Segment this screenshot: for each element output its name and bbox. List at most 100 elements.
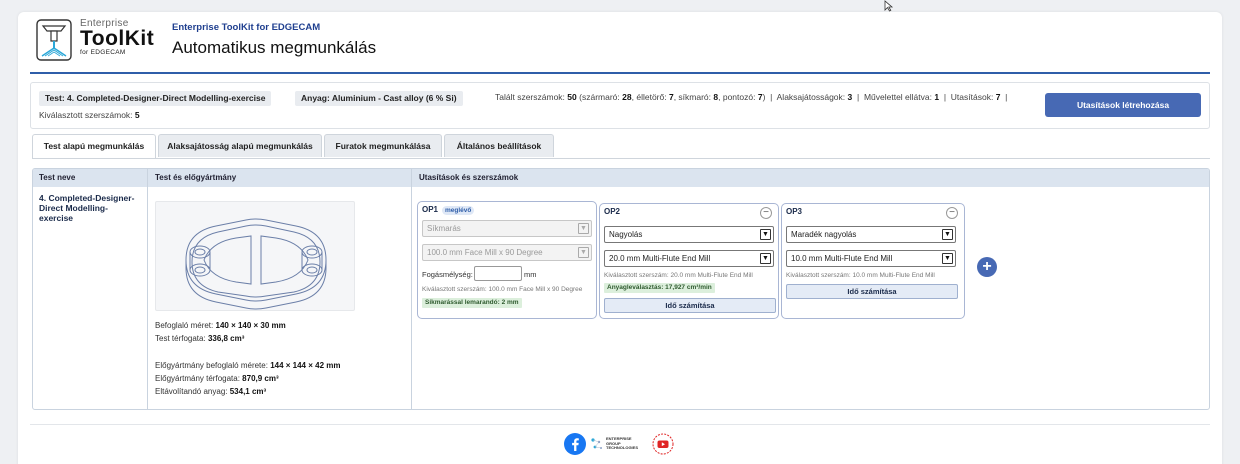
- tab-feature-machining[interactable]: Alaksajátosság alapú megmunkálás: [158, 134, 322, 157]
- instructions-label: Utasítások:: [950, 92, 994, 102]
- face-removal-info: Síkmarással lemarandó: 2 mm: [422, 298, 522, 308]
- volume-value: 336,8 cm³: [207, 334, 245, 343]
- tool-select[interactable]: 20.0 mm Multi-Flute End Mill ▼: [604, 250, 774, 267]
- main-card: Enterprise ToolKit for EDGECAM Enterpris…: [18, 12, 1222, 464]
- face-label: , síkmaró:: [673, 92, 712, 102]
- table-header: Test neve Test és előgyártmány Utasításo…: [33, 169, 1209, 187]
- stock-volume-stat: Előgyártmány térfogata: 870,9 cm³: [155, 374, 279, 383]
- part-preview: [155, 201, 355, 311]
- facebook-icon[interactable]: [564, 433, 586, 455]
- tabs-divider: [32, 158, 1210, 159]
- shank-label: szármaró:: [581, 92, 620, 102]
- column-divider: [411, 169, 412, 409]
- logo-sub-text: for EDGECAM: [80, 49, 126, 56]
- header-divider: [30, 72, 1210, 74]
- instructions-value: 7: [995, 92, 1001, 102]
- op-title: OP2: [604, 207, 621, 216]
- bbox-stat: Befoglaló méret: 140 × 140 × 30 mm: [155, 321, 286, 330]
- selected-tools-value: 5: [134, 110, 140, 120]
- column-header-instructions: Utasítások és szerszámok: [419, 173, 519, 182]
- logo-big-text: ToolKit: [80, 27, 155, 50]
- dropdown-arrow-icon: ▼: [942, 229, 953, 240]
- depth-input[interactable]: [474, 266, 522, 281]
- stock-bbox-value: 144 × 144 × 42 mm: [270, 361, 341, 370]
- removed-material-label: Eltávolítandó anyag:: [155, 387, 228, 396]
- shank-value: 28: [622, 92, 632, 102]
- volume-label: Test térfogata:: [155, 334, 206, 343]
- tool-select-value: 10.0 mm Multi-Flute End Mill: [791, 254, 893, 263]
- found-tools-label: Talált szerszámok:: [495, 92, 565, 102]
- dropdown-arrow-icon: ▼: [760, 229, 771, 240]
- column-divider: [147, 169, 148, 409]
- separator: |: [770, 92, 773, 102]
- tab-body-machining[interactable]: Test alapú megmunkálás: [32, 134, 156, 159]
- group-logo-line3: TECHNOLOGIES: [606, 445, 639, 450]
- add-op-button[interactable]: +: [977, 257, 997, 277]
- op-card-op2: OP2 − Nagyolás ▼ 20.0 mm Multi-Flute End…: [599, 203, 779, 319]
- separator: |: [857, 92, 860, 102]
- separator: |: [943, 92, 947, 102]
- body-name-cell: 4. Completed-Designer-Direct Modelling-e…: [39, 193, 135, 223]
- material-removal-info: Anyagleválasztás: 17,927 cm³/min: [604, 283, 715, 293]
- test-pill: Test: 4. Completed-Designer-Direct Model…: [39, 91, 272, 106]
- toolkit-logo-icon: [36, 19, 72, 61]
- corner-label: , élletörő:: [631, 92, 667, 102]
- spot-label: , pontozó:: [718, 92, 756, 102]
- tool-select-value: 100.0 mm Face Mill x 90 Degree: [427, 248, 543, 257]
- ops-assigned-label: Művelettel ellátva:: [863, 92, 932, 102]
- tab-hole-machining[interactable]: Furatok megmunkálása: [324, 134, 442, 157]
- summary-bar: Test: 4. Completed-Designer-Direct Model…: [30, 82, 1210, 129]
- remove-op-button[interactable]: −: [760, 207, 772, 219]
- column-header-body: Test és előgyártmány: [155, 173, 237, 182]
- bbox-label: Befoglaló méret:: [155, 321, 214, 330]
- machining-table: Test neve Test és előgyártmány Utasításo…: [32, 168, 1210, 410]
- selected-tool-text: Kiválasztott szerszám: 10.0 mm Multi-Flu…: [786, 272, 935, 279]
- dropdown-arrow-icon: ▼: [942, 253, 953, 264]
- footer-links: ENTERPRISE GROUP TECHNOLOGIES: [564, 432, 684, 458]
- part-model-image: [185, 218, 327, 310]
- enterprise-group-text: ENTERPRISE GROUP TECHNOLOGIES: [606, 436, 639, 451]
- toolkit-logo-text: Enterprise ToolKit for EDGECAM: [80, 18, 154, 57]
- tool-select-value: 20.0 mm Multi-Flute End Mill: [609, 254, 711, 263]
- material-pill: Anyag: Aluminium - Cast alloy (6 % Si): [295, 91, 463, 106]
- operation-select[interactable]: Maradék nagyolás ▼: [786, 226, 956, 243]
- depth-label: Fogásmélység:: [422, 270, 473, 279]
- selected-tool-text: Kiválasztott szerszám: 100.0 mm Face Mil…: [422, 286, 583, 293]
- op-title: OP1: [422, 205, 439, 214]
- op-card-op3: OP3 − Maradék nagyolás ▼ 10.0 mm Multi-F…: [781, 203, 965, 319]
- op-card-op1: OP1 meglévő Síkmarás ▼ 100.0 mm Face Mil…: [417, 201, 597, 319]
- operation-select-value: Maradék nagyolás: [791, 230, 857, 239]
- page-title: Automatikus megmunkálás: [172, 38, 377, 57]
- separator: |: [1005, 92, 1008, 102]
- stock-bbox-stat: Előgyártmány befoglaló mérete: 144 × 144…: [155, 361, 340, 370]
- selected-tool-text: Kiválasztott szerszám: 20.0 mm Multi-Flu…: [604, 272, 753, 279]
- operation-select-value: Síkmarás: [427, 224, 461, 233]
- youtube-icon[interactable]: [652, 433, 674, 455]
- op-title: OP3: [786, 207, 803, 216]
- calculate-time-button[interactable]: Idő számítása: [786, 284, 958, 299]
- shape-features-label: Alaksajátosságok:: [776, 92, 846, 102]
- shape-features-value: 3: [847, 92, 853, 102]
- close-paren: ): [762, 92, 766, 102]
- create-instructions-button[interactable]: Utasítások létrehozása: [1045, 93, 1201, 117]
- tool-select: 100.0 mm Face Mill x 90 Degree ▼: [422, 244, 592, 261]
- existing-badge: meglévő: [442, 206, 475, 215]
- ops-assigned-value: 1: [934, 92, 940, 102]
- stock-volume-value: 870,9 cm³: [242, 374, 279, 383]
- found-tools-value: 50: [567, 92, 577, 102]
- remove-op-button[interactable]: −: [946, 207, 958, 219]
- footer-divider: [30, 424, 1210, 425]
- calculate-time-button[interactable]: Idő számítása: [604, 298, 776, 313]
- volume-stat: Test térfogata: 336,8 cm³: [155, 334, 244, 343]
- tool-select[interactable]: 10.0 mm Multi-Flute End Mill ▼: [786, 250, 956, 267]
- removed-material-value: 534,1 cm³: [229, 387, 267, 396]
- removed-material-stat: Eltávolítandó anyag: 534,1 cm³: [155, 387, 266, 396]
- stock-bbox-label: Előgyártmány befoglaló mérete:: [155, 361, 268, 370]
- app-subtitle: Enterprise ToolKit for EDGECAM: [172, 22, 321, 33]
- operation-select-value: Nagyolás: [609, 230, 643, 239]
- column-header-name: Test neve: [39, 173, 76, 182]
- operation-select[interactable]: Nagyolás ▼: [604, 226, 774, 243]
- header: Enterprise ToolKit for EDGECAM Enterpris…: [34, 18, 1224, 70]
- selected-tools-summary: Kiválasztott szerszámok: 5: [39, 110, 140, 120]
- tab-general-settings[interactable]: Általános beállítások: [444, 134, 554, 157]
